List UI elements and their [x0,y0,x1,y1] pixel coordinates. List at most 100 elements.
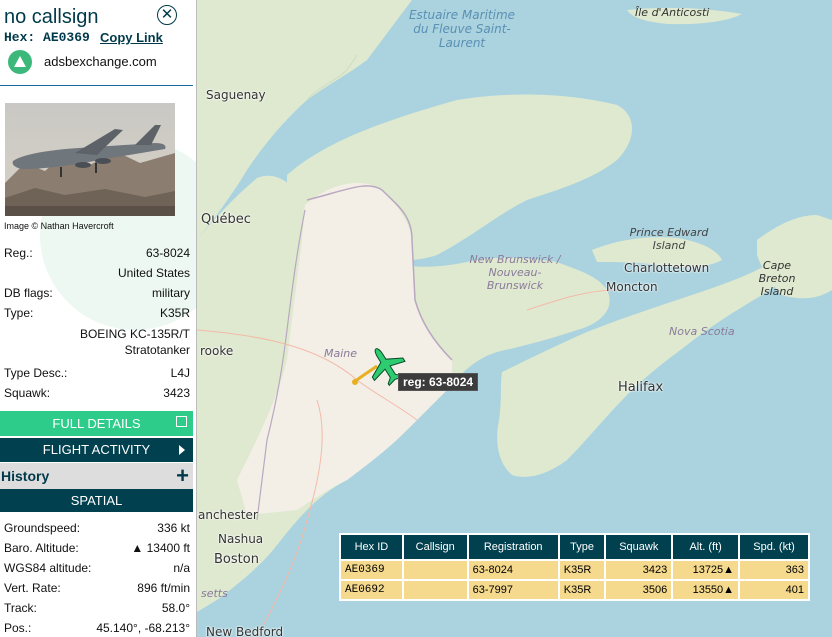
map-label-new-bedford: New Bedford [206,625,284,637]
map-label-estuary: Estuaire Maritime du Fleuve Saint-Lauren… [408,8,516,50]
vert-rate-label: Vert. Rate: [4,581,61,595]
map-label-charlottetown: Charlottetown [624,261,710,275]
cell-registration: 63-8024 [468,561,558,579]
reg-value: 63-8024 [145,246,190,260]
type-row: Type: K35R [4,306,190,322]
position-value: 45.140°, -68.213° [96,621,190,635]
map-label-boston: Boston [214,552,259,567]
chevron-right-icon [179,445,185,455]
country-row: United States [4,266,190,282]
cell-callsign [403,581,467,599]
adsbexchange-logo-icon[interactable] [8,50,32,74]
map-label-nova-scotia: Nova Scotia [669,325,735,338]
photo-credit: Image © Nathan Havercroft [4,221,114,231]
history-section-header[interactable]: History + [0,463,193,489]
source-link[interactable]: adsbexchange.com [44,54,157,69]
aircraft-photo[interactable] [5,103,175,216]
wgs84-altitude-row: WGS84 altitude: n/a [4,561,190,577]
typedesc-row: Type Desc.: L4J [4,366,190,382]
wgs84-altitude-label: WGS84 altitude: [4,561,92,575]
squawk-row: Squawk: 3423 [4,386,190,402]
dbflags-value: military [152,286,190,300]
cell-squawk: 3423 [606,561,672,579]
groundspeed-value: 336 kt [157,521,190,535]
map-label-manchester: anchester [198,508,258,522]
country-value: United States [117,266,190,280]
flight-activity-button[interactable]: FLIGHT ACTIVITY [0,438,193,462]
map-label-maine: Maine [324,347,358,360]
wgs84-altitude-value: n/a [173,561,190,575]
hex-label: Hex: [4,30,36,45]
cell-squawk: 3506 [606,581,672,599]
map-label-quebec: Québec [201,212,251,227]
aircraft-label: reg: 63-8024 [398,373,479,391]
col-type[interactable]: Type [559,535,605,559]
divider [0,85,193,86]
groundspeed-label: Groundspeed: [4,521,81,535]
typedesc-value: L4J [170,366,190,380]
spatial-section-header[interactable]: SPATIAL [0,489,193,512]
type-name-row: BOEING KC-135R/T Stratotanker [4,326,190,358]
hex-line: Hex: AE0369 [4,30,90,45]
track-value: 58.0° [161,601,190,615]
callsign-title: no callsign [4,6,99,28]
full-details-button[interactable]: FULL DETAILS [0,411,193,436]
baro-altitude-label: Baro. Altitude: [4,541,79,555]
col-altitude[interactable]: Alt. (ft) [673,535,739,559]
type-label: Type: [4,306,34,320]
map-label-anticosti: Île d'Anticosti [635,6,710,19]
cell-altitude: 13550▲ [673,581,739,599]
dbflags-label: DB flags: [4,286,53,300]
col-speed[interactable]: Spd. (kt) [740,535,808,559]
position-label: Pos.: [4,621,32,635]
track-row: Track: 58.0° [4,601,190,617]
typedesc-label: Type Desc.: [4,366,68,380]
type-value: K35R [159,306,190,320]
reg-label: Reg.: [4,246,33,260]
cell-type: K35R [559,561,605,579]
full-details-label: FULL DETAILS [52,416,141,431]
map-label-nashua: Nashua [218,532,264,546]
table-row[interactable]: AE0692 63-7997 K35R 3506 13550▲ 401 [341,581,808,599]
table-row[interactable]: AE0369 63-8024 K35R 3423 13725▲ 363 [341,561,808,579]
cell-speed: 401 [740,581,808,599]
aircraft-info-panel: no callsign ✕ Hex: AE0369 Copy Link adsb… [0,0,197,637]
vert-rate-value: 896 ft/min [137,581,190,595]
cell-speed: 363 [740,561,808,579]
copy-link[interactable]: Copy Link [100,30,163,45]
map-label-new-brunswick: New Brunswick / Nouveau-Brunswick [469,253,561,292]
cell-callsign [403,561,467,579]
flight-activity-label: FLIGHT ACTIVITY [42,442,151,457]
table-header-row: Hex ID Callsign Registration Type Squawk… [341,535,808,559]
cell-hex: AE0692 [341,581,402,599]
col-squawk[interactable]: Squawk [606,535,672,559]
external-link-icon [176,416,187,427]
baro-altitude-row: Baro. Altitude: ▲ 13400 ft [4,541,190,557]
squawk-label: Squawk: [4,386,51,400]
map-label-cape-breton: Cape Breton Island [758,259,796,298]
expand-plus-icon[interactable]: + [176,463,189,489]
groundspeed-row: Groundspeed: 336 kt [4,521,190,537]
track-label: Track: [4,601,37,615]
reg-row: Reg.: 63-8024 [4,246,190,262]
dbflags-row: DB flags: military [4,286,190,302]
col-hex-id[interactable]: Hex ID [341,535,402,559]
close-icon[interactable]: ✕ [157,5,177,25]
map-label-pei: Prince Edward Island [629,226,709,252]
col-registration[interactable]: Registration [468,535,558,559]
map-label-moncton: Moncton [606,280,658,294]
cell-hex: AE0369 [341,561,402,579]
hex-value: AE0369 [43,30,90,45]
map-label-brooke: rooke [200,344,234,358]
vert-rate-row: Vert. Rate: 896 ft/min [4,581,190,597]
squawk-value: 3423 [163,386,190,400]
baro-altitude-value: ▲ 13400 ft [131,541,190,555]
col-callsign[interactable]: Callsign [403,535,467,559]
map-label-halifax: Halifax [618,380,664,395]
history-title: History [1,468,50,484]
cell-registration: 63-7997 [468,581,558,599]
map-label-massachusetts: setts [201,587,228,600]
map-label-saguenay: Saguenay [206,88,266,102]
cell-altitude: 13725▲ [673,561,739,579]
type-name-value: BOEING KC-135R/T Stratotanker [79,327,190,357]
